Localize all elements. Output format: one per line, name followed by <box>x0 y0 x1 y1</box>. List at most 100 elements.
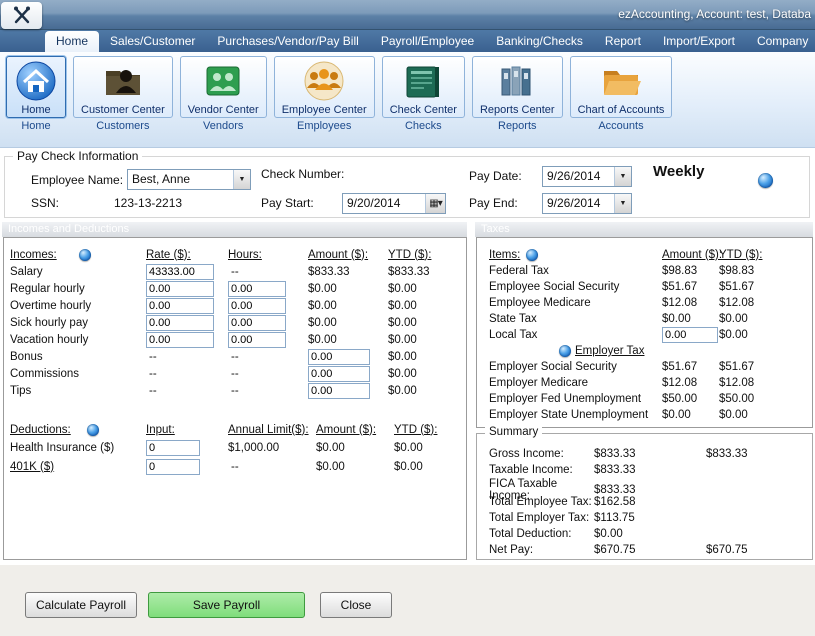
reports-center-button[interactable]: Reports Center <box>472 56 563 118</box>
vacation-hourly-hours-input[interactable] <box>228 332 286 348</box>
overtime-hourly-rate-input[interactable] <box>146 298 214 314</box>
tax-ytd: $12.08 <box>719 297 812 309</box>
sick-hourly-hours-input[interactable] <box>228 315 286 331</box>
tax-label: Federal Tax <box>489 265 662 277</box>
deduction-amount: $0.00 <box>316 461 394 473</box>
window-title: ezAccounting, Account: test, Databa <box>618 7 811 21</box>
taxes-ytd-header: YTD ($): <box>719 249 812 261</box>
income-amount: $0.00 <box>308 317 388 329</box>
employee-center-button[interactable]: Employee Center <box>274 56 375 118</box>
regular-hourly-hours-input[interactable] <box>228 281 286 297</box>
health-insurance-input[interactable] <box>146 440 200 456</box>
chart-of-accounts-button[interactable]: Chart of Accounts <box>570 56 673 118</box>
k401-link[interactable]: 401K ($) <box>10 461 146 473</box>
save-payroll-button[interactable]: Save Payroll <box>148 592 305 618</box>
income-amount: $0.00 <box>308 300 388 312</box>
employee-name-select[interactable]: Best, Anne ▼ <box>127 169 251 190</box>
summary-label: Total Deduction: <box>489 528 594 540</box>
vendor-center-button[interactable]: Vendor Center <box>180 56 267 118</box>
taxes-amount-header: Amount ($): <box>662 249 719 261</box>
pay-date-value: 9/26/2014 <box>543 167 614 186</box>
vacation-hourly-rate-input[interactable] <box>146 332 214 348</box>
pay-start-datepicker[interactable]: 9/20/2014 ▦▾ <box>342 193 446 214</box>
title-bar: ezAccounting, Account: test, Databa <box>0 0 815 30</box>
overtime-hourly-hours-input[interactable] <box>228 298 286 314</box>
app-logo-icon[interactable] <box>1 2 42 29</box>
chart-of-accounts-caption: Chart of Accounts <box>578 104 665 116</box>
tax-row: Employer State Unemployment $0.00 $0.00 <box>477 407 812 423</box>
home-caption: Home <box>21 104 50 116</box>
help-globe-icon[interactable] <box>79 249 91 261</box>
employee-name-value: Best, Anne <box>128 170 233 189</box>
reports-center-label: Reports <box>498 120 537 132</box>
pay-frequency-text: Weekly <box>653 163 704 180</box>
bonus-amount-input[interactable] <box>308 349 370 365</box>
summary-value: $162.58 <box>594 496 706 508</box>
k401-input[interactable] <box>146 459 200 475</box>
tax-amount: $0.00 <box>662 409 719 421</box>
tax-label: Employer Medicare <box>489 377 662 389</box>
tab-sales-customer[interactable]: Sales/Customer <box>99 31 206 52</box>
tab-payroll-employee[interactable]: Payroll/Employee <box>370 31 485 52</box>
tab-purchases-vendor-pay-bill[interactable]: Purchases/Vendor/Pay Bill <box>206 31 369 52</box>
help-globe-icon[interactable] <box>559 345 571 357</box>
tab-banking-checks[interactable]: Banking/Checks <box>485 31 594 52</box>
pay-date-label: Pay Date: <box>469 169 522 183</box>
summary-label: Total Employer Tax: <box>489 512 594 524</box>
tab-company[interactable]: Company <box>746 31 815 52</box>
summary-row: Gross Income: $833.33 $833.33 <box>477 446 812 462</box>
calendar-dropdown-icon[interactable]: ▦▾ <box>425 194 445 213</box>
tab-import-export[interactable]: Import/Export <box>652 31 746 52</box>
regular-hourly-rate-input[interactable] <box>146 281 214 297</box>
deduction-ytd: $0.00 <box>394 442 466 454</box>
customer-center-caption: Customer Center <box>81 104 165 116</box>
employee-center-label: Employees <box>297 120 351 132</box>
check-center-button[interactable]: Check Center <box>382 56 465 118</box>
tips-amount-input[interactable] <box>308 383 370 399</box>
tab-home[interactable]: Home <box>45 31 99 52</box>
income-ytd: $0.00 <box>388 317 466 329</box>
main-content: Pay Check Information Employee Name: Bes… <box>0 148 815 636</box>
chevron-down-icon[interactable]: ▼ <box>233 170 250 189</box>
deduction-amount-header: Amount ($): <box>316 424 394 436</box>
pay-date-select[interactable]: 9/26/2014 ▼ <box>542 166 632 187</box>
calculate-payroll-button[interactable]: Calculate Payroll <box>25 592 137 618</box>
tax-ytd: $50.00 <box>719 393 812 405</box>
customer-center-button[interactable]: Customer Center <box>73 56 173 118</box>
home-button[interactable]: Home <box>6 56 66 118</box>
tab-report[interactable]: Report <box>594 31 652 52</box>
check-center-label: Checks <box>405 120 442 132</box>
toolbar-home: Home Home <box>6 56 66 132</box>
sick-hourly-rate-input[interactable] <box>146 315 214 331</box>
income-label: Commissions <box>10 368 146 380</box>
amount-header: Amount ($): <box>308 249 388 261</box>
help-globe-icon[interactable] <box>87 424 99 436</box>
help-globe-icon[interactable] <box>526 249 538 261</box>
tax-row: Employee Medicare $12.08 $12.08 <box>477 295 812 311</box>
ssn-value: 123-13-2213 <box>114 196 182 210</box>
tax-row: Local Tax $0.00 <box>477 327 812 343</box>
reports-center-caption: Reports Center <box>480 104 555 116</box>
income-ytd: $0.00 <box>388 385 466 397</box>
input-header: Input: <box>146 424 228 436</box>
summary-label: Total Employee Tax: <box>489 496 594 508</box>
income-hours: -- <box>228 266 308 278</box>
local-tax-input[interactable] <box>662 327 718 343</box>
summary-row: Total Employer Tax: $113.75 <box>477 510 812 526</box>
salary-rate-input[interactable] <box>146 264 214 280</box>
tax-label: Employee Medicare <box>489 297 662 309</box>
pay-end-select[interactable]: 9/26/2014 ▼ <box>542 193 632 214</box>
help-globe-icon[interactable] <box>758 173 773 188</box>
summary-value: $670.75 <box>594 544 706 556</box>
chevron-down-icon[interactable]: ▼ <box>614 167 631 186</box>
deductions-items-header: Deductions: <box>10 424 71 436</box>
close-button[interactable]: Close <box>320 592 392 618</box>
chevron-down-icon[interactable]: ▼ <box>614 194 631 213</box>
paycheck-info-group: Pay Check Information Employee Name: Bes… <box>4 156 810 218</box>
deduction-label: Health Insurance ($) <box>10 442 146 454</box>
income-amount: $0.00 <box>308 334 388 346</box>
commissions-amount-input[interactable] <box>308 366 370 382</box>
tax-amount: $51.67 <box>662 281 719 293</box>
incomes-section-header: Incomes and Deductions <box>2 222 467 237</box>
tax-ytd: $51.67 <box>719 361 812 373</box>
